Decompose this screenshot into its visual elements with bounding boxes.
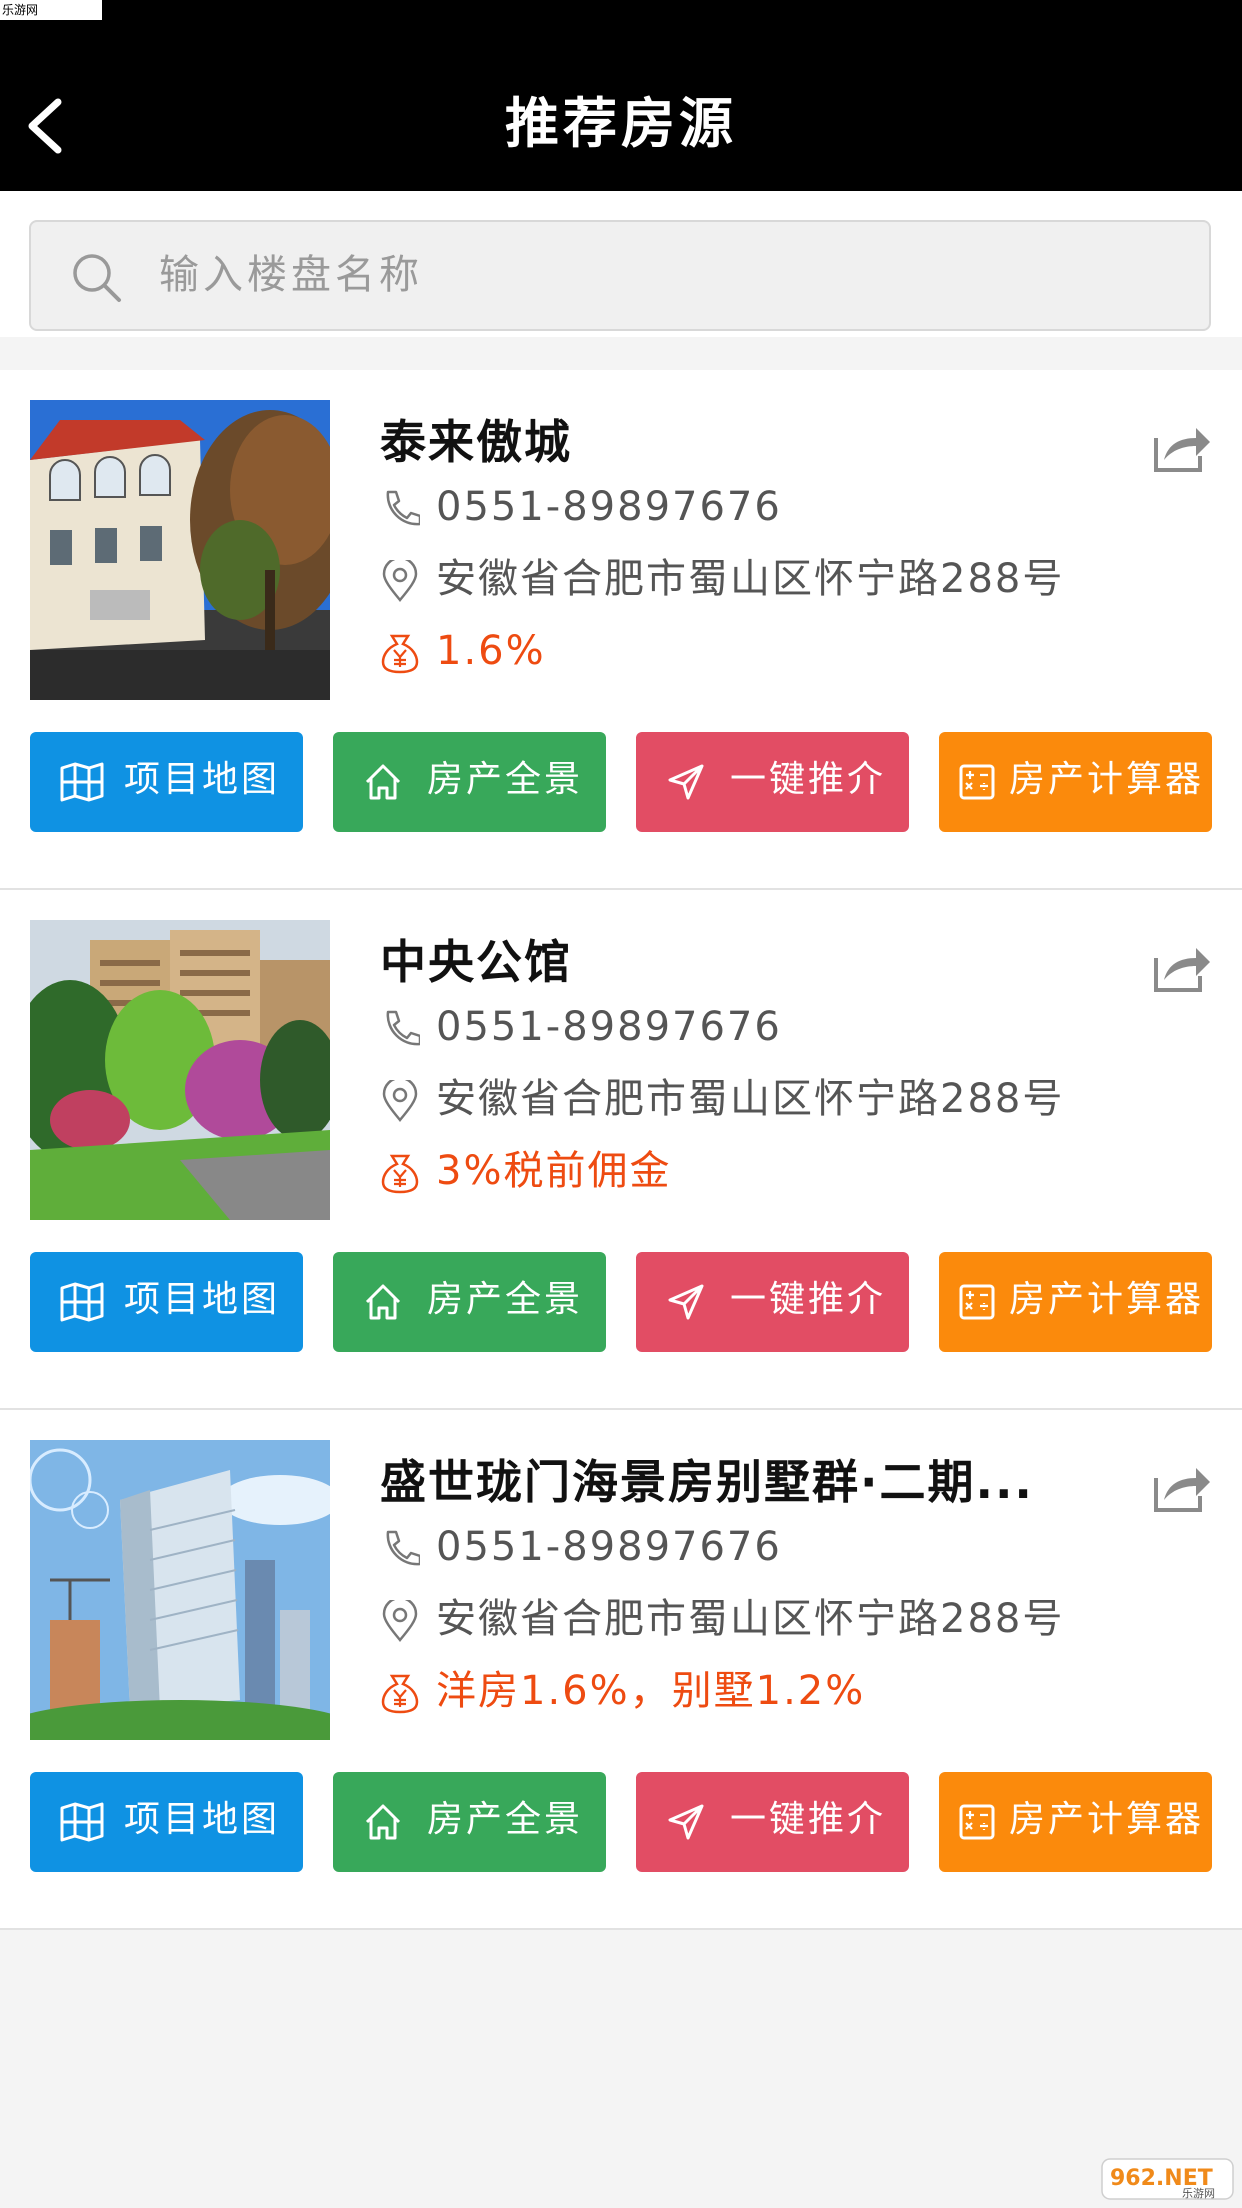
panorama-button-label: 房产全景 [427, 1279, 584, 1320]
calculator-button-label: 房产计算器 [1009, 1799, 1205, 1840]
commission-text: 洋房1.6%，别墅1.2% [436, 1668, 866, 1714]
phone-number: 0551-89897676 [436, 484, 782, 530]
money-bag-icon [381, 1674, 419, 1714]
share-icon [1154, 948, 1210, 992]
map-button[interactable]: 项目地图 [30, 1252, 303, 1352]
panorama-button[interactable]: 房产全景 [333, 732, 606, 832]
map-button-label: 项目地图 [124, 1799, 281, 1840]
share-button[interactable] [1150, 940, 1212, 1000]
recommend-button[interactable]: 一键推介 [636, 1252, 909, 1352]
listing-name[interactable]: 泰来傲城 [380, 414, 572, 470]
recommend-button[interactable]: 一键推介 [636, 732, 909, 832]
map-icon [60, 762, 104, 802]
share-button[interactable] [1150, 1460, 1212, 1520]
action-buttons: 项目地图 房产全景 一键推介 房产计算器 [30, 1772, 1212, 1872]
panorama-button[interactable]: 房产全景 [333, 1252, 606, 1352]
phone-icon [386, 1010, 420, 1046]
address-text: 安徽省合肥市蜀山区怀宁路288号 [436, 1076, 1065, 1122]
nav-bar: 推荐房源 [0, 0, 1242, 191]
search-placeholder: 输入楼盘名称 [159, 252, 423, 298]
phone-icon [386, 490, 420, 526]
share-icon [1154, 1468, 1210, 1512]
map-button[interactable]: 项目地图 [30, 1772, 303, 1872]
address-text: 安徽省合肥市蜀山区怀宁路288号 [436, 556, 1065, 602]
home-icon [365, 764, 401, 800]
calculator-icon [959, 1284, 995, 1320]
watermark: 乐游网 www.962.net [0, 0, 102, 37]
location-pin-icon [382, 1080, 418, 1122]
location-pin-icon [382, 560, 418, 602]
map-icon [60, 1282, 104, 1322]
calculator-button-label: 房产计算器 [1009, 759, 1205, 800]
listing-card[interactable]: 盛世珑门海景房别墅群·二期... 0551-89897676 安徽省合肥市蜀山区… [0, 1410, 1242, 1930]
site-logo: 962.NET 乐游网 [1100, 2155, 1235, 2203]
commission-text: 3%税前佣金 [436, 1148, 672, 1194]
map-button-label: 项目地图 [124, 1279, 281, 1320]
calculator-button[interactable]: 房产计算器 [939, 732, 1212, 832]
phone-number: 0551-89897676 [436, 1004, 782, 1050]
commission-text: 1.6% [436, 628, 546, 674]
action-buttons: 项目地图 房产全景 一键推介 房产计算器 [30, 1252, 1212, 1352]
listing-name[interactable]: 中央公馆 [380, 934, 572, 990]
search-icon [73, 254, 121, 302]
money-bag-icon [381, 1154, 419, 1194]
phone-icon [386, 1530, 420, 1566]
share-icon [1154, 428, 1210, 472]
send-icon [668, 764, 704, 800]
location-pin-icon [382, 1600, 418, 1642]
calculator-button-label: 房产计算器 [1009, 1279, 1205, 1320]
share-button[interactable] [1150, 420, 1212, 480]
phone-number: 0551-89897676 [436, 1524, 782, 1570]
listing-photo[interactable] [30, 920, 330, 1220]
recommend-button[interactable]: 一键推介 [636, 1772, 909, 1872]
panorama-button-label: 房产全景 [427, 759, 584, 800]
listing-photo[interactable] [30, 1440, 330, 1740]
map-button[interactable]: 项目地图 [30, 732, 303, 832]
action-buttons: 项目地图 房产全景 一键推介 房产计算器 [30, 732, 1212, 832]
money-bag-icon [381, 634, 419, 674]
recommend-button-label: 一键推介 [730, 1799, 887, 1840]
calculator-button[interactable]: 房产计算器 [939, 1772, 1212, 1872]
listing-name[interactable]: 盛世珑门海景房别墅群·二期... [380, 1454, 1034, 1510]
panorama-button-label: 房产全景 [427, 1799, 584, 1840]
home-icon [365, 1804, 401, 1840]
calculator-icon [959, 764, 995, 800]
logo-subtext: 乐游网 [1182, 2187, 1215, 2200]
panorama-button[interactable]: 房产全景 [333, 1772, 606, 1872]
calculator-icon [959, 1804, 995, 1840]
map-icon [60, 1802, 104, 1842]
page-title: 推荐房源 [505, 92, 737, 155]
send-icon [668, 1804, 704, 1840]
map-button-label: 项目地图 [124, 759, 281, 800]
listing-photo[interactable] [30, 400, 330, 700]
listing-card[interactable]: 泰来傲城 0551-89897676 安徽省合肥市蜀山区怀宁路288号 1.6%… [0, 370, 1242, 890]
home-icon [365, 1284, 401, 1320]
search-input[interactable]: 输入楼盘名称 [29, 220, 1211, 331]
listing-card[interactable]: 中央公馆 0551-89897676 安徽省合肥市蜀山区怀宁路288号 3%税前… [0, 890, 1242, 1410]
calculator-button[interactable]: 房产计算器 [939, 1252, 1212, 1352]
recommend-button-label: 一键推介 [730, 759, 887, 800]
search-bar-area: 输入楼盘名称 [0, 191, 1242, 337]
address-text: 安徽省合肥市蜀山区怀宁路288号 [436, 1596, 1065, 1642]
recommend-button-label: 一键推介 [730, 1279, 887, 1320]
send-icon [668, 1284, 704, 1320]
